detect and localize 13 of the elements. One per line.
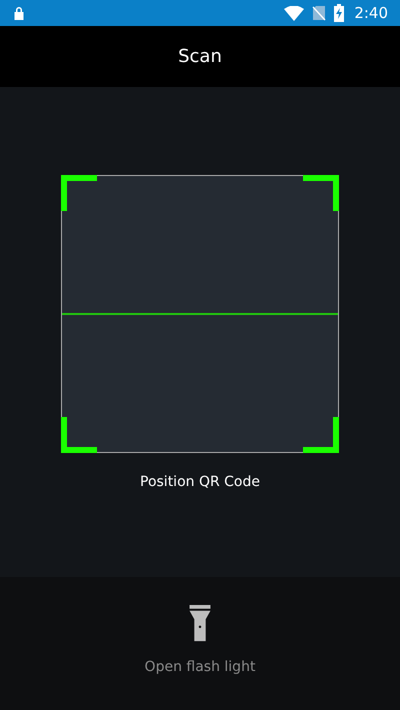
lock-icon bbox=[13, 6, 25, 20]
status-time: 2:40 bbox=[354, 4, 388, 22]
corner-bracket bbox=[61, 175, 97, 211]
battery-charging-icon bbox=[334, 4, 344, 22]
scan-hint: Position QR Code bbox=[140, 474, 260, 490]
screen-title: Scan bbox=[178, 46, 222, 67]
flashlight-button[interactable]: Open flash light bbox=[144, 605, 256, 675]
no-sim-icon bbox=[312, 5, 326, 21]
flashlight-icon bbox=[188, 605, 212, 643]
corner-bracket bbox=[303, 417, 339, 453]
corner-bracket bbox=[303, 175, 339, 211]
wifi-icon bbox=[284, 6, 304, 20]
corner-bracket bbox=[61, 417, 97, 453]
